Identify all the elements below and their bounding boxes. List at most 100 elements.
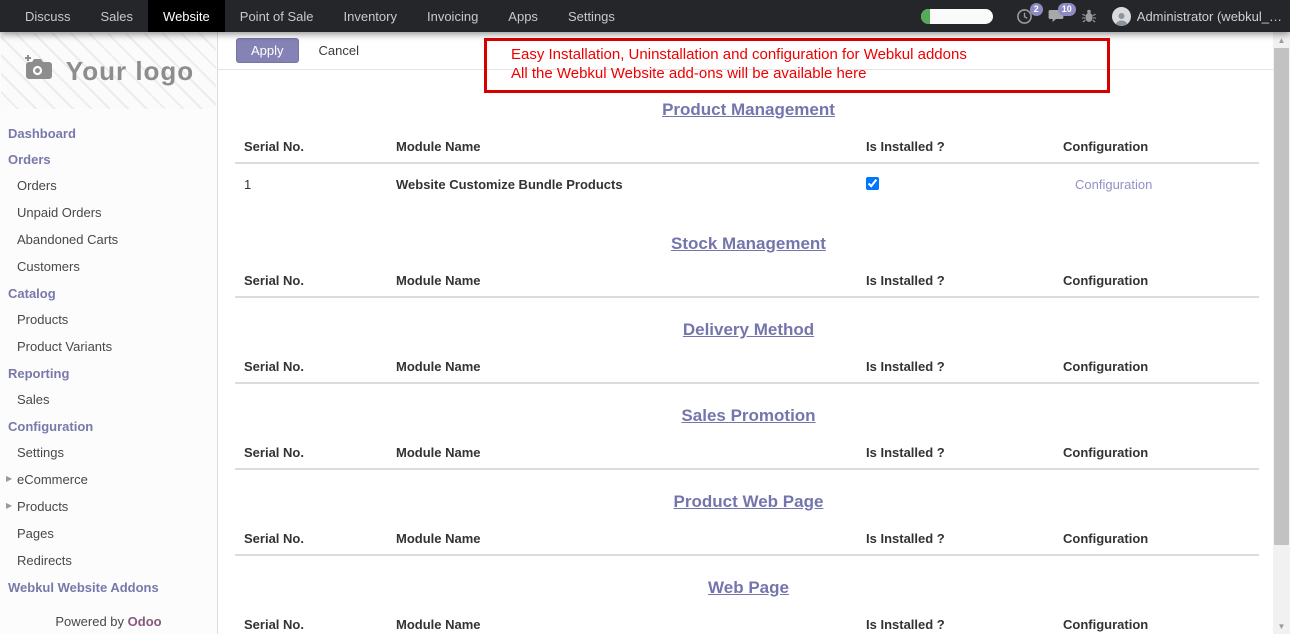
sidebar-item-product-variants[interactable]: Product Variants bbox=[0, 333, 217, 360]
sidebar-item-sales[interactable]: Sales bbox=[0, 386, 217, 413]
nav-item-invoicing[interactable]: Invoicing bbox=[412, 0, 493, 32]
powered-by: Powered by Odoo bbox=[0, 614, 217, 629]
scrollbar-thumb[interactable] bbox=[1274, 48, 1289, 545]
column-header-module-name: Module Name bbox=[396, 139, 866, 154]
cancel-button[interactable]: Cancel bbox=[307, 39, 371, 62]
column-header-configuration: Configuration bbox=[1063, 617, 1253, 632]
nav-item-website[interactable]: Website bbox=[148, 0, 225, 32]
sidebar-item-dashboard[interactable]: Dashboard bbox=[0, 120, 217, 146]
sidebar-item-abandoned-carts[interactable]: Abandoned Carts bbox=[0, 226, 217, 253]
sidebar-item-reporting[interactable]: Reporting bbox=[0, 360, 217, 386]
apply-button[interactable]: Apply bbox=[236, 38, 299, 63]
column-header-is-installed: Is Installed ? bbox=[866, 531, 1063, 546]
powered-by-text: Powered by bbox=[55, 614, 124, 629]
nav-item-point-of-sale[interactable]: Point of Sale bbox=[225, 0, 329, 32]
sidebar-item-pages[interactable]: Pages bbox=[0, 520, 217, 547]
nav-item-inventory[interactable]: Inventory bbox=[329, 0, 412, 32]
sidebar: Your logo DashboardOrdersOrdersUnpaid Or… bbox=[0, 32, 218, 634]
bug-icon bbox=[1081, 8, 1097, 24]
column-header-serial-no: Serial No. bbox=[244, 531, 396, 546]
annotation-line-2: All the Webkul Website add-ons will be a… bbox=[511, 64, 1099, 83]
table-header-row: Serial No.Module NameIs Installed ?Confi… bbox=[244, 273, 1253, 288]
company-logo[interactable]: Your logo bbox=[1, 33, 216, 109]
configuration-link[interactable]: Configuration bbox=[1063, 177, 1152, 192]
scroll-down-arrow[interactable]: ▼ bbox=[1273, 618, 1290, 634]
column-header-module-name: Module Name bbox=[396, 445, 866, 460]
progress-indicator bbox=[921, 9, 993, 24]
sidebar-item-ecommerce[interactable]: ▶eCommerce bbox=[0, 466, 217, 493]
table-divider bbox=[235, 296, 1259, 298]
section-title[interactable]: Web Page bbox=[244, 578, 1253, 598]
main-content: Apply Cancel Product Management Serial N… bbox=[218, 32, 1273, 634]
sidebar-menu: DashboardOrdersOrdersUnpaid OrdersAbando… bbox=[0, 110, 217, 600]
nav-item-sales[interactable]: Sales bbox=[86, 0, 149, 32]
sidebar-item-webkul-website-addons[interactable]: Webkul Website Addons bbox=[0, 574, 217, 600]
column-header-is-installed: Is Installed ? bbox=[866, 359, 1063, 374]
table-divider bbox=[235, 468, 1259, 470]
column-header-module-name: Module Name bbox=[396, 531, 866, 546]
section-web-page: Web Page Serial No.Module NameIs Install… bbox=[244, 578, 1253, 634]
message-count-badge: 10 bbox=[1058, 3, 1076, 16]
table-header-row: Serial No.Module NameIs Installed ?Confi… bbox=[244, 139, 1253, 154]
column-header-serial-no: Serial No. bbox=[244, 445, 396, 460]
table-divider bbox=[235, 382, 1259, 384]
is-installed-checkbox[interactable] bbox=[866, 177, 879, 190]
addons-sections: Product Management Serial No.Module Name… bbox=[218, 100, 1273, 634]
column-header-serial-no: Serial No. bbox=[244, 359, 396, 374]
top-navbar: DiscussSalesWebsitePoint of SaleInventor… bbox=[0, 0, 1290, 32]
sidebar-item-unpaid-orders[interactable]: Unpaid Orders bbox=[0, 199, 217, 226]
vertical-scrollbar[interactable]: ▲ ▼ bbox=[1273, 32, 1290, 634]
section-product-web-page: Product Web Page Serial No.Module NameIs… bbox=[244, 492, 1253, 556]
logo-text: Your logo bbox=[66, 56, 194, 87]
scroll-up-arrow[interactable]: ▲ bbox=[1273, 32, 1290, 48]
column-header-configuration: Configuration bbox=[1063, 359, 1253, 374]
sidebar-item-products[interactable]: ▶Products bbox=[0, 493, 217, 520]
nav-item-settings[interactable]: Settings bbox=[553, 0, 630, 32]
sidebar-item-redirects[interactable]: Redirects bbox=[0, 547, 217, 574]
table-divider bbox=[235, 554, 1259, 556]
progress-fill bbox=[921, 9, 930, 24]
sidebar-item-settings[interactable]: Settings bbox=[0, 439, 217, 466]
column-header-module-name: Module Name bbox=[396, 617, 866, 632]
column-header-is-installed: Is Installed ? bbox=[866, 617, 1063, 632]
column-header-is-installed: Is Installed ? bbox=[866, 273, 1063, 288]
avatar bbox=[1112, 7, 1131, 26]
section-title[interactable]: Product Management bbox=[244, 100, 1253, 120]
module-name-cell: Website Customize Bundle Products bbox=[396, 177, 866, 192]
messages-button[interactable]: 10 bbox=[1048, 8, 1066, 24]
odoo-brand-link[interactable]: Odoo bbox=[128, 614, 162, 629]
sidebar-item-configuration[interactable]: Configuration bbox=[0, 413, 217, 439]
column-header-module-name: Module Name bbox=[396, 273, 866, 288]
sidebar-item-orders[interactable]: Orders bbox=[0, 146, 217, 172]
column-header-serial-no: Serial No. bbox=[244, 139, 396, 154]
activity-count-badge: 2 bbox=[1030, 3, 1043, 16]
section-title[interactable]: Stock Management bbox=[244, 234, 1253, 254]
column-header-configuration: Configuration bbox=[1063, 445, 1253, 460]
annotation-line-1: Easy Installation, Uninstallation and co… bbox=[511, 45, 1099, 64]
user-menu[interactable]: Administrator (webkul_… bbox=[1112, 7, 1282, 26]
column-header-module-name: Module Name bbox=[396, 359, 866, 374]
column-header-serial-no: Serial No. bbox=[244, 273, 396, 288]
section-title[interactable]: Sales Promotion bbox=[244, 406, 1253, 426]
debug-button[interactable] bbox=[1081, 8, 1097, 24]
table-header-row: Serial No.Module NameIs Installed ?Confi… bbox=[244, 531, 1253, 546]
activities-button[interactable]: 2 bbox=[1016, 8, 1033, 25]
sidebar-item-orders[interactable]: Orders bbox=[0, 172, 217, 199]
sidebar-item-customers[interactable]: Customers bbox=[0, 253, 217, 280]
main-menu: DiscussSalesWebsitePoint of SaleInventor… bbox=[0, 0, 630, 32]
section-title[interactable]: Delivery Method bbox=[244, 320, 1253, 340]
column-header-configuration: Configuration bbox=[1063, 273, 1253, 288]
sidebar-item-products[interactable]: Products bbox=[0, 306, 217, 333]
chevron-right-icon: ▶ bbox=[6, 501, 12, 510]
annotation-box: Easy Installation, Uninstallation and co… bbox=[484, 38, 1110, 93]
section-title[interactable]: Product Web Page bbox=[244, 492, 1253, 512]
nav-item-apps[interactable]: Apps bbox=[493, 0, 553, 32]
camera-plus-icon bbox=[23, 54, 57, 89]
user-label: Administrator (webkul_… bbox=[1137, 9, 1282, 24]
section-product-management: Product Management Serial No.Module Name… bbox=[244, 100, 1253, 212]
table-header-row: Serial No.Module NameIs Installed ?Confi… bbox=[244, 445, 1253, 460]
nav-item-discuss[interactable]: Discuss bbox=[10, 0, 86, 32]
systray: 2 10 Administrator (webkul_… bbox=[921, 7, 1290, 26]
section-delivery-method: Delivery Method Serial No.Module NameIs … bbox=[244, 320, 1253, 384]
sidebar-item-catalog[interactable]: Catalog bbox=[0, 280, 217, 306]
